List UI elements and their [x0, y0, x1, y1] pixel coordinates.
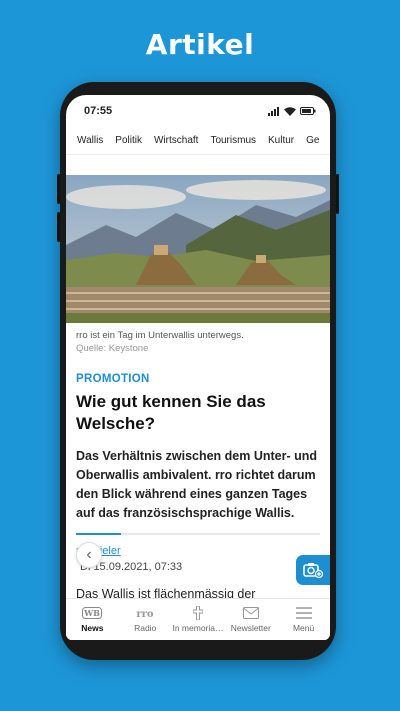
tab-partial[interactable]: Ge [306, 135, 319, 146]
author-link[interactable]: rro Bieler [66, 535, 330, 557]
caption-source: Quelle: Keystone [76, 343, 149, 354]
status-bar: 07:55 [66, 95, 330, 127]
back-button[interactable]: ‹ [76, 542, 102, 568]
tab-kultur[interactable]: Kultur [268, 135, 294, 146]
category-tabs: Wallis Politik Wirtschaft Tourismus Kult… [66, 127, 330, 155]
wb-logo-icon: WB [82, 606, 103, 620]
volume-down-button [57, 212, 60, 242]
camera-plus-icon [303, 563, 323, 578]
power-button [336, 174, 339, 214]
photo-upload-button[interactable] [296, 555, 330, 585]
volume-up-button [57, 174, 60, 204]
nav-label-newsletter: Newsletter [230, 623, 271, 633]
article-kicker: PROMOTION [76, 373, 150, 385]
nav-label-radio: Radio [134, 623, 157, 633]
signal-icon [268, 106, 279, 116]
nav-label-menu: Menü [292, 623, 315, 633]
rro-logo-icon: rro [134, 606, 156, 620]
status-icons [268, 106, 316, 116]
article-hero-image[interactable] [66, 175, 330, 323]
mail-icon [242, 606, 259, 620]
nav-label-news: News [81, 623, 104, 633]
bottom-navigation: WB News rro Radio In memoria… Newsletter [66, 598, 330, 640]
battery-icon [300, 107, 316, 115]
hamburger-icon [295, 606, 312, 620]
image-caption: rro ist ein Tag im Unterwallis unterwegs… [66, 323, 330, 355]
phone-screen: 07:55 Wallis Politik Wirtschaft Tourismu… [66, 95, 330, 640]
tab-wirtschaft[interactable]: Wirtschaft [154, 135, 198, 146]
article-date: Di 15.09.2021, 07:33 [80, 561, 183, 573]
svg-text:WB: WB [84, 608, 101, 618]
status-time: 07:55 [84, 105, 113, 117]
tab-politik[interactable]: Politik [115, 135, 142, 146]
wifi-icon [284, 106, 296, 116]
nav-in-memoriam[interactable]: In memoria… [172, 599, 225, 640]
caption-text: rro ist ein Tag im Unterwallis unterwegs… [76, 330, 244, 341]
article-lead: Das Verhältnis zwischen dem Unter- und O… [76, 449, 318, 520]
nav-menu[interactable]: Menü [277, 599, 330, 640]
svg-text:rro: rro [137, 609, 155, 619]
article-title: Wie gut kennen Sie das Welsche? [76, 392, 266, 433]
nav-news[interactable]: WB News [66, 599, 119, 640]
chevron-left-icon: ‹ [86, 546, 92, 563]
cross-icon [192, 606, 203, 620]
tab-tourismus[interactable]: Tourismus [210, 135, 256, 146]
article-body: Das Wallis ist flächenmässig der [76, 587, 256, 601]
nav-newsletter[interactable]: Newsletter [224, 599, 277, 640]
page-headline: Artikel [145, 28, 255, 61]
nav-label-in-memoriam: In memoria… [172, 623, 224, 633]
tab-wallis[interactable]: Wallis [77, 135, 103, 146]
nav-radio[interactable]: rro Radio [119, 599, 172, 640]
